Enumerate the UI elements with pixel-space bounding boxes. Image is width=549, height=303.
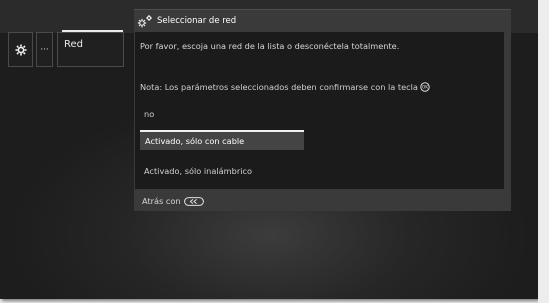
page-margin [538, 0, 549, 303]
note-text-row: Nota: Los parámetros seleccionados deben… [140, 82, 430, 92]
option-wired-only[interactable]: Activado, sólo con cable [140, 130, 304, 150]
network-menu-label: Red [64, 39, 83, 50]
back-label: Atrás con [142, 196, 181, 206]
dialog-title: Seleccionar de red [157, 16, 237, 26]
back-hint[interactable]: Atrás con [142, 196, 204, 206]
option-wireless-only[interactable]: Activado, sólo inalámbrico [144, 166, 252, 176]
dialog-title-bar: Seleccionar de red [136, 13, 236, 29]
network-select-dialog: Seleccionar de red Por favor, escoja una… [134, 9, 511, 211]
more-menu-tab[interactable]: ··· [36, 32, 53, 67]
network-settings-icon [137, 15, 152, 28]
instruction-text: Por favor, escoja una red de la lista o … [140, 41, 400, 51]
svg-text:OK: OK [422, 85, 428, 90]
back-button-icon [183, 196, 204, 206]
note-text: Nota: Los parámetros seleccionados deben… [140, 82, 418, 92]
ok-button-icon: OK [420, 82, 430, 92]
network-menu-tab[interactable]: Red [57, 32, 124, 67]
settings-menu-tab[interactable] [8, 32, 33, 67]
option-off[interactable]: no [144, 109, 154, 119]
active-tab-indicator [62, 30, 123, 32]
tv-screen: ··· Red Seleccionar de red Por favor, es… [0, 0, 538, 299]
gear-icon [15, 44, 26, 55]
dialog-body: Por favor, escoja una red de la lista o … [135, 32, 504, 189]
more-label: ··· [40, 44, 49, 55]
